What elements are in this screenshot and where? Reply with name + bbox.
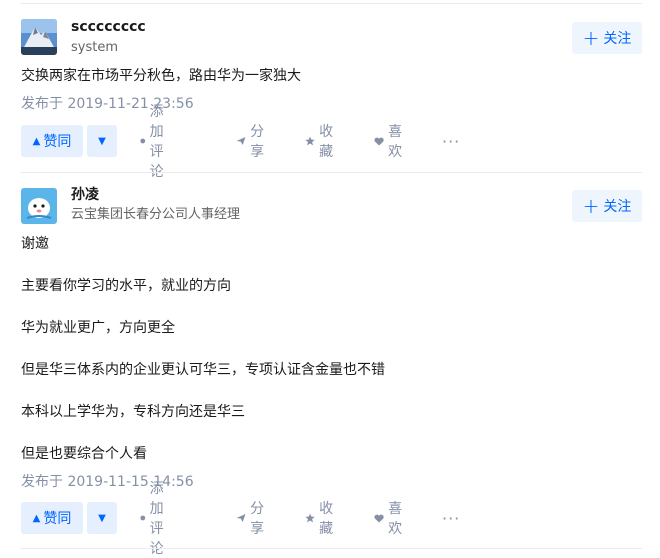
like-label: 喜欢	[388, 501, 403, 537]
collect-button[interactable]: 收藏	[305, 501, 338, 537]
star-icon	[305, 136, 315, 146]
cartoon-avatar-image	[21, 188, 57, 224]
comment-button[interactable]: 添加评论	[140, 481, 172, 557]
collect-label: 收藏	[319, 501, 334, 537]
author-avatar[interactable]	[21, 19, 57, 55]
more-options-button[interactable]: ···	[442, 125, 460, 157]
upvote-button[interactable]: ▲ 赞同	[21, 125, 83, 157]
answer-text-line: 但是也要综合个人看	[21, 446, 147, 462]
share-icon	[236, 136, 246, 146]
share-button[interactable]: 分享	[236, 124, 269, 160]
author-name[interactable]: scccccccc	[71, 19, 146, 35]
share-label: 分享	[250, 501, 265, 537]
collect-label: 收藏	[319, 124, 334, 160]
answer-text-line: 谢邀	[21, 236, 49, 252]
top-divider	[20, 3, 642, 4]
collect-button[interactable]: 收藏	[305, 124, 338, 160]
answer-divider	[20, 172, 642, 173]
triangle-down-icon: ▼	[98, 512, 106, 524]
answer-text-line: 交换两家在市场平分秋色，路由华为一家独大	[21, 68, 301, 84]
author-avatar[interactable]	[21, 188, 57, 224]
follow-label: 关注	[603, 31, 632, 47]
upvote-label: 赞同	[43, 134, 72, 150]
plus-icon: +	[582, 194, 600, 218]
more-icon: ···	[442, 131, 461, 151]
comment-button[interactable]: 添加评论	[140, 104, 172, 180]
author-bio: system	[71, 40, 118, 55]
comment-label: 添加评论	[149, 104, 164, 180]
upvote-button[interactable]: ▲ 赞同	[21, 502, 83, 534]
triangle-up-icon: ▲	[32, 135, 41, 147]
share-button[interactable]: 分享	[236, 501, 269, 537]
comment-icon	[140, 515, 146, 521]
downvote-button[interactable]: ▼	[87, 125, 117, 157]
author-name[interactable]: 孙凌	[71, 187, 99, 203]
like-button[interactable]: 喜欢	[374, 501, 407, 537]
like-button[interactable]: 喜欢	[374, 124, 407, 160]
like-label: 喜欢	[388, 124, 403, 160]
answer-text-line: 但是华三体系内的企业更认可华三，专项认证含金量也不错	[21, 362, 385, 378]
answer-text-line: 华为就业更广，方向更全	[21, 320, 175, 336]
triangle-down-icon: ▼	[98, 135, 106, 147]
share-label: 分享	[250, 124, 265, 160]
comment-icon	[140, 138, 146, 144]
answer-text-line: 主要看你学习的水平，就业的方向	[21, 278, 231, 294]
author-bio: 云宝集团长春分公司人事经理	[71, 207, 241, 222]
bottom-divider	[20, 548, 642, 549]
more-options-button[interactable]: ···	[442, 502, 460, 534]
star-icon	[305, 513, 315, 523]
comment-label: 添加评论	[149, 481, 164, 557]
follow-button[interactable]: + 关注	[572, 22, 642, 54]
upvote-label: 赞同	[43, 511, 72, 527]
mountain-avatar-image	[21, 19, 57, 55]
heart-icon	[374, 514, 384, 523]
triangle-up-icon: ▲	[32, 512, 41, 524]
follow-label: 关注	[603, 199, 632, 215]
follow-button[interactable]: + 关注	[572, 190, 642, 222]
heart-icon	[374, 137, 384, 146]
share-icon	[236, 513, 246, 523]
plus-icon: +	[582, 26, 600, 50]
more-icon: ···	[442, 508, 461, 528]
downvote-button[interactable]: ▼	[87, 502, 117, 534]
answer-text-line: 本科以上学华为，专科方向还是华三	[21, 404, 245, 420]
